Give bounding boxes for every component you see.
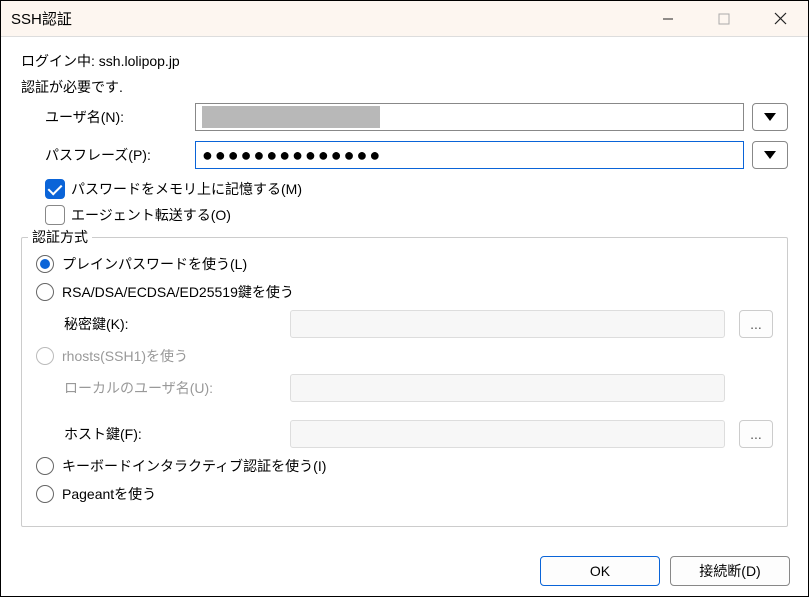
ellipsis-icon: ...: [750, 316, 762, 332]
pageant-label: Pageantを使う: [62, 484, 156, 504]
close-button[interactable]: [752, 1, 808, 36]
passphrase-history-dropdown[interactable]: [752, 141, 788, 169]
window-controls: [640, 1, 808, 36]
ssh-auth-dialog: SSH認証 ログイン中: ssh.lolipop.jp 認証が必要です. ユーザ…: [0, 0, 809, 597]
plain-password-label: プレインパスワードを使う(L): [62, 254, 247, 274]
private-key-label: 秘密鍵(K):: [64, 314, 284, 334]
dialog-footer: OK 接続断(D): [1, 546, 808, 596]
local-user-row: ローカルのユーザ名(U):: [64, 374, 773, 402]
username-redacted: [202, 106, 380, 128]
remember-password-row[interactable]: パスワードをメモリ上に記憶する(M): [45, 179, 788, 199]
passphrase-input[interactable]: [195, 141, 744, 169]
ok-button[interactable]: OK: [540, 556, 660, 586]
titlebar: SSH認証: [1, 1, 808, 37]
private-key-browse-button[interactable]: ...: [739, 310, 773, 338]
window-title: SSH認証: [11, 8, 72, 29]
host-key-label: ホスト鍵(F):: [64, 424, 284, 444]
private-key-input[interactable]: [290, 310, 725, 338]
local-user-input: [290, 374, 725, 402]
pageant-row[interactable]: Pageantを使う: [36, 484, 773, 504]
local-user-label: ローカルのユーザ名(U):: [64, 378, 284, 398]
passphrase-row: パスフレーズ(P):: [45, 141, 788, 169]
agent-forward-label: エージェント転送する(O): [71, 205, 231, 225]
plain-password-radio[interactable]: [36, 255, 54, 273]
host-key-row: ホスト鍵(F): ...: [64, 420, 773, 448]
login-host-line: ログイン中: ssh.lolipop.jp: [21, 51, 788, 71]
username-input[interactable]: [195, 103, 744, 131]
rhosts-radio: [36, 347, 54, 365]
username-history-dropdown[interactable]: [752, 103, 788, 131]
ellipsis-icon: ...: [750, 426, 762, 442]
auth-method-legend: 認証方式: [28, 227, 92, 247]
keyboard-interactive-row[interactable]: キーボードインタラクティブ認証を使う(I): [36, 456, 773, 476]
remember-password-label: パスワードをメモリ上に記憶する(M): [71, 179, 302, 199]
keyboard-interactive-label: キーボードインタラクティブ認証を使う(I): [62, 456, 326, 476]
publickey-radio[interactable]: [36, 283, 54, 301]
rhosts-row: rhosts(SSH1)を使う: [36, 346, 773, 366]
username-label: ユーザ名(N):: [45, 107, 195, 127]
rhosts-label: rhosts(SSH1)を使う: [62, 346, 188, 366]
host-key-browse-button[interactable]: ...: [739, 420, 773, 448]
maximize-button[interactable]: [696, 1, 752, 36]
need-auth-text: 認証が必要です.: [21, 77, 788, 97]
host-key-input[interactable]: [290, 420, 725, 448]
plain-password-row[interactable]: プレインパスワードを使う(L): [36, 254, 773, 274]
publickey-label: RSA/DSA/ECDSA/ED25519鍵を使う: [62, 282, 294, 302]
minimize-button[interactable]: [640, 1, 696, 36]
agent-forward-row[interactable]: エージェント転送する(O): [45, 205, 788, 225]
remember-password-checkbox[interactable]: [45, 179, 65, 199]
dialog-content: ログイン中: ssh.lolipop.jp 認証が必要です. ユーザ名(N): …: [1, 37, 808, 546]
pageant-radio[interactable]: [36, 485, 54, 503]
publickey-row[interactable]: RSA/DSA/ECDSA/ED25519鍵を使う: [36, 282, 773, 302]
passphrase-label: パスフレーズ(P):: [45, 145, 195, 165]
login-prefix: ログイン中:: [21, 53, 95, 69]
username-row: ユーザ名(N):: [45, 103, 788, 131]
agent-forward-checkbox[interactable]: [45, 205, 65, 225]
auth-method-group: 認証方式 プレインパスワードを使う(L) RSA/DSA/ECDSA/ED255…: [21, 237, 788, 527]
login-host: ssh.lolipop.jp: [99, 53, 180, 69]
disconnect-button[interactable]: 接続断(D): [670, 556, 790, 586]
keyboard-interactive-radio[interactable]: [36, 457, 54, 475]
private-key-row: 秘密鍵(K): ...: [64, 310, 773, 338]
